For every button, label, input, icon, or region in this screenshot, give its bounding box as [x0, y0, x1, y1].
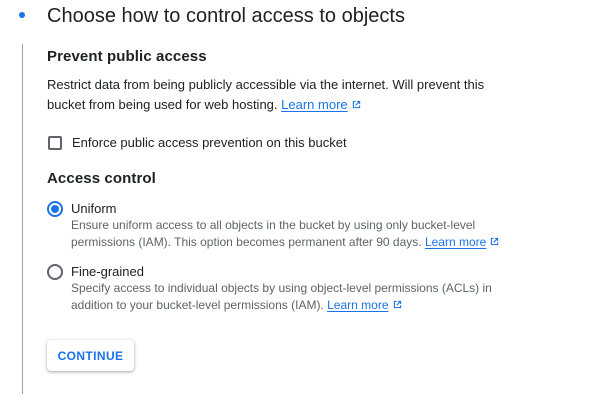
- step-dot-icon: [19, 12, 25, 18]
- access-control-heading: Access control: [47, 170, 156, 187]
- prevent-public-access-description-text: Restrict data from being publicly access…: [47, 77, 485, 112]
- external-link-icon: [393, 300, 401, 309]
- learn-more-text: Learn more: [424, 235, 487, 249]
- external-link-icon: [491, 237, 499, 246]
- learn-more-text: Learn more: [281, 97, 348, 112]
- learn-more-text: Learn more: [327, 298, 389, 312]
- prevent-public-access-heading: Prevent public access: [47, 48, 207, 65]
- uniform-description: Ensure uniform access to all objects in …: [71, 217, 511, 251]
- step-title: Choose how to control access to objects: [47, 5, 405, 27]
- fine-grained-description-text: Specify access to individual objects by …: [71, 281, 492, 312]
- uniform-learn-more-link[interactable]: Learn more: [425, 235, 500, 249]
- fine-grained-radio[interactable]: [47, 264, 63, 280]
- uniform-radio[interactable]: [47, 201, 63, 217]
- enforce-public-access-prevention-checkbox-row[interactable]: Enforce public access prevention on this…: [47, 133, 347, 153]
- step-connector-line: [22, 44, 23, 394]
- fine-grained-description: Specify access to individual objects by …: [71, 280, 511, 314]
- prevent-public-access-learn-more-link[interactable]: Learn more: [281, 97, 361, 112]
- uniform-label: Uniform: [71, 201, 117, 216]
- enforce-public-access-prevention-label: Enforce public access prevention on this…: [72, 135, 347, 150]
- continue-button[interactable]: CONTINUE: [47, 340, 134, 371]
- enforce-public-access-prevention-checkbox[interactable]: [48, 136, 62, 150]
- external-link-icon: [352, 100, 360, 109]
- uniform-description-text: Ensure uniform access to all objects in …: [71, 218, 476, 249]
- fine-grained-label: Fine-grained: [71, 264, 144, 279]
- prevent-public-access-description: Restrict data from being publicly access…: [47, 75, 517, 115]
- fine-grained-learn-more-link[interactable]: Learn more: [327, 298, 402, 312]
